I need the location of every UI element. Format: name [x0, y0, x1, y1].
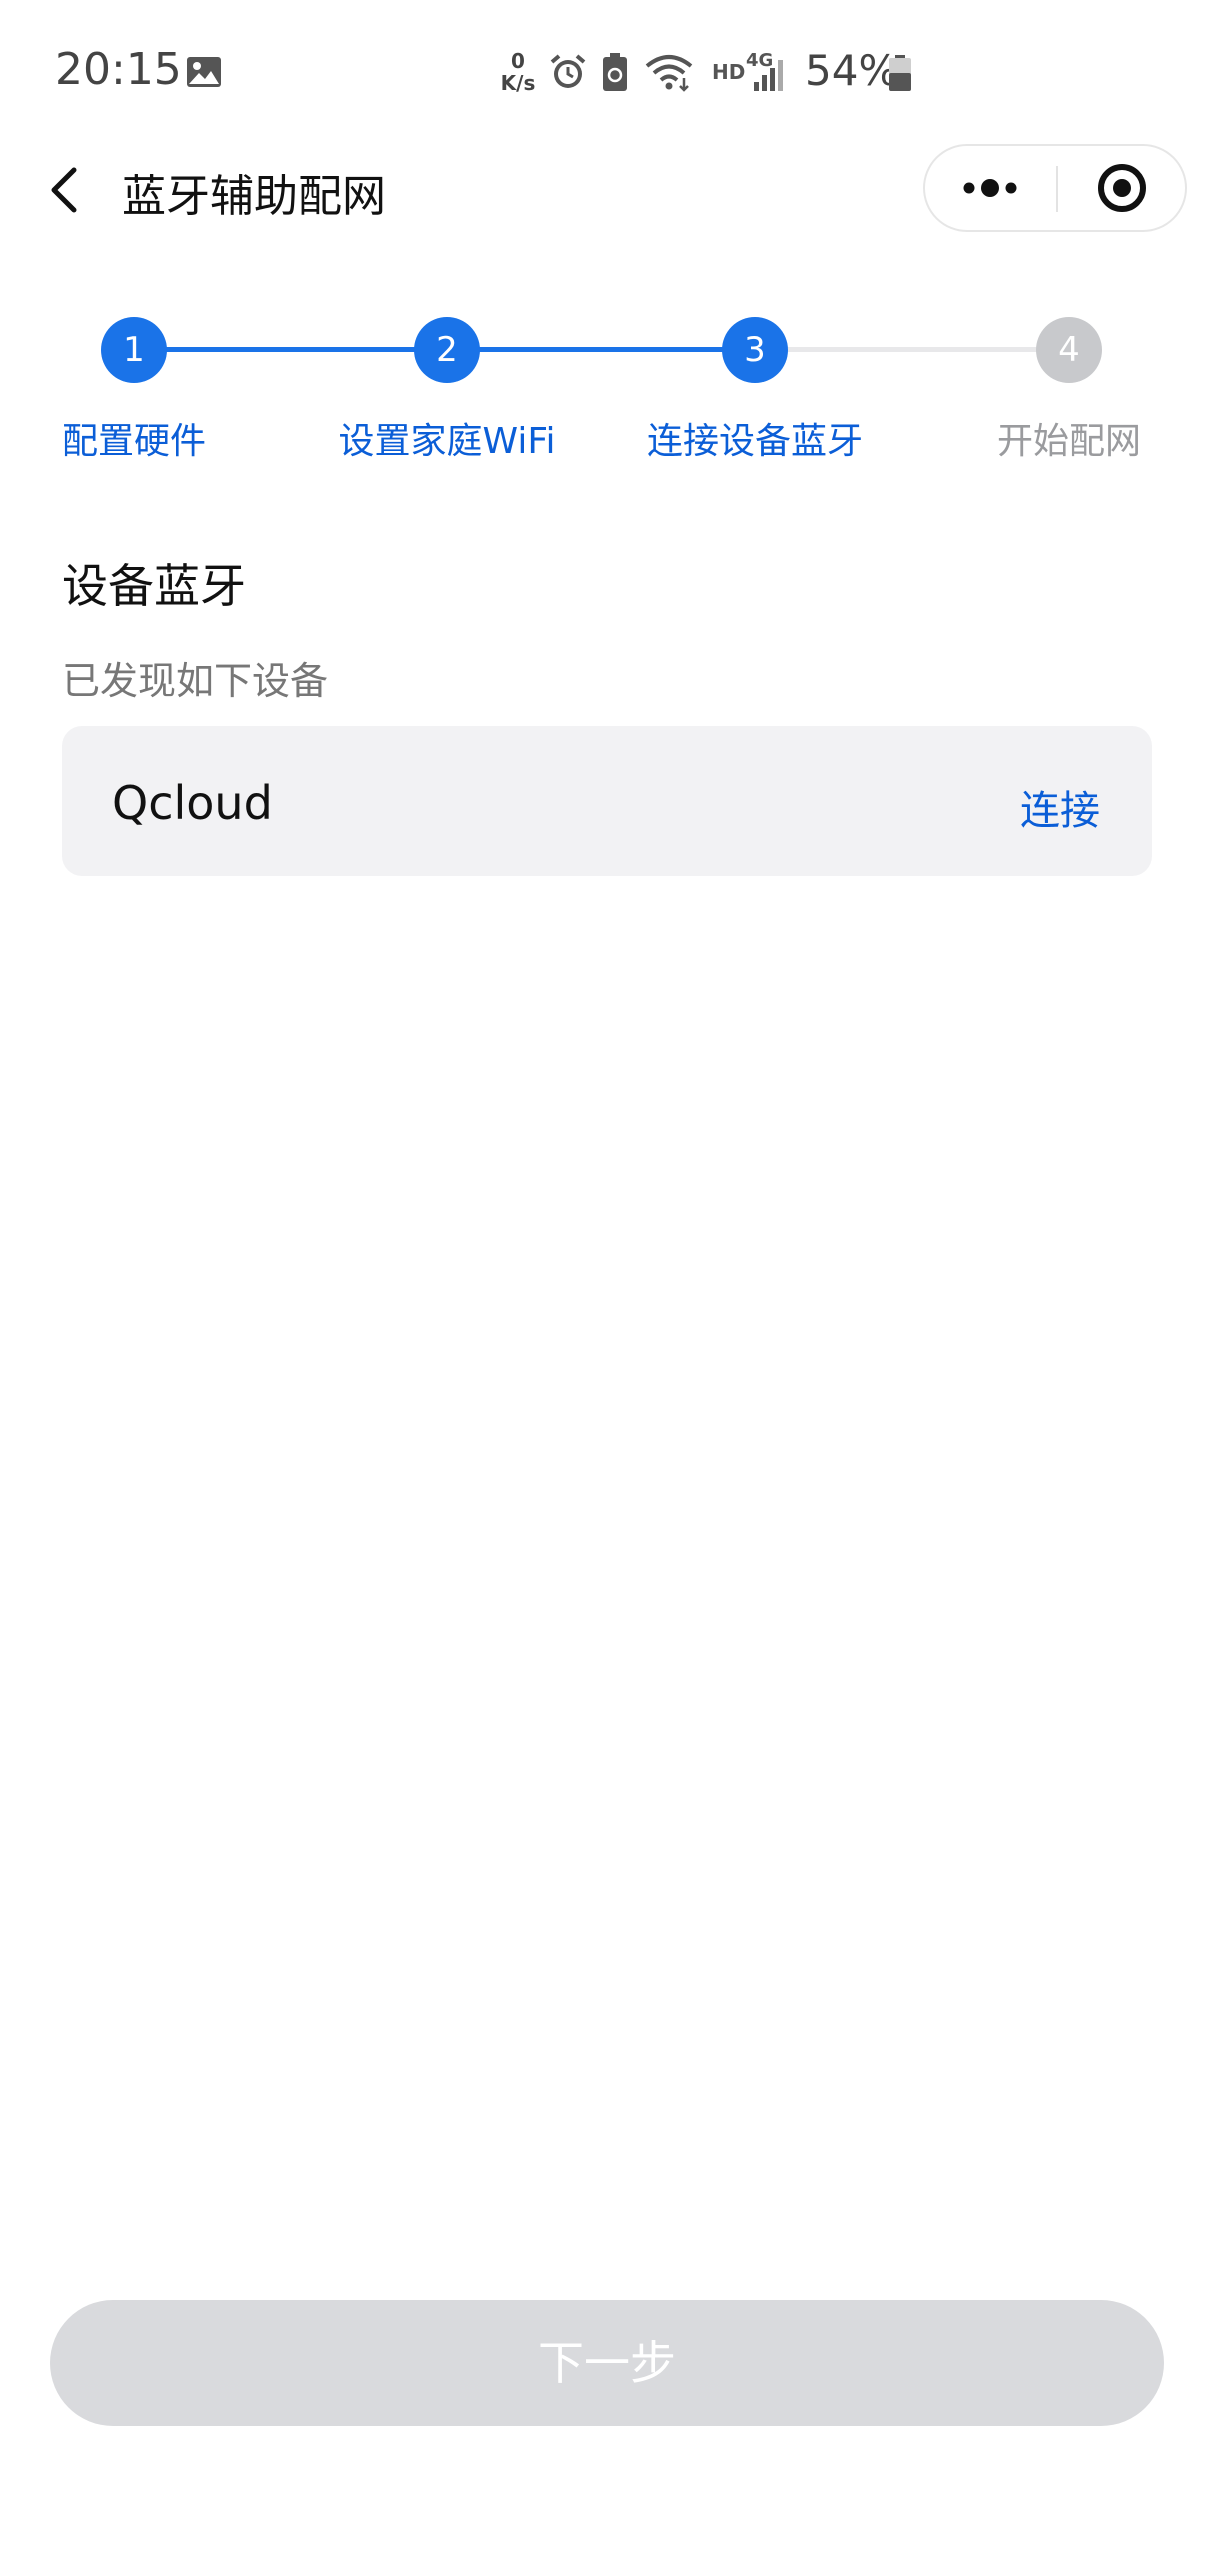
net-speed-indicator: 0 K/s	[496, 50, 540, 94]
step-connector-3	[755, 347, 1069, 352]
battery-percent: 54%	[805, 46, 899, 95]
network-hd-label: HD	[712, 60, 746, 84]
signal-icon	[754, 60, 783, 91]
device-list-item: Qcloud 连接	[62, 726, 1152, 876]
back-button[interactable]	[36, 158, 100, 222]
battery-saver-icon	[603, 53, 627, 91]
more-button[interactable]	[925, 146, 1056, 230]
step-1-label: 配置硬件	[61, 421, 206, 462]
status-time: 20:15	[55, 44, 182, 95]
target-close-icon	[1098, 164, 1146, 212]
step-1-circle: 1	[101, 317, 167, 383]
image-icon	[187, 57, 221, 87]
status-bar: 20:15 0 K/s HD 4G 54%	[0, 0, 1213, 140]
next-step-button[interactable]: 下一步	[50, 2300, 1164, 2426]
step-4-label: 开始配网	[996, 421, 1141, 462]
step-2-label: 设置家庭WiFi	[338, 421, 556, 462]
step-4-circle: 4	[1036, 317, 1102, 383]
navigation-bar: 蓝牙辅助配网	[0, 140, 1213, 240]
section-title: 设备蓝牙	[62, 559, 246, 613]
step-2-circle: 2	[414, 317, 480, 383]
mini-program-capsule	[923, 144, 1187, 232]
step-connector-1	[134, 347, 447, 352]
device-name: Qcloud	[112, 776, 273, 830]
chevron-left-icon	[51, 167, 77, 213]
battery-icon	[889, 55, 911, 91]
wifi-icon	[645, 55, 693, 92]
net-speed-unit: K/s	[500, 71, 536, 95]
close-miniprogram-button[interactable]	[1058, 146, 1187, 230]
connect-button[interactable]: 连接	[1020, 778, 1100, 836]
progress-stepper: 1 2 3 4 配置硬件 设置家庭WiFi 连接设备蓝牙 开始配网	[0, 300, 1213, 470]
alarm-icon	[550, 54, 586, 88]
page-title: 蓝牙辅助配网	[122, 171, 386, 222]
net-speed-value: 0	[511, 49, 525, 73]
step-connector-2	[447, 347, 755, 352]
step-3-label: 连接设备蓝牙	[646, 421, 863, 462]
more-dots-icon	[963, 179, 1017, 197]
section-subtitle: 已发现如下设备	[62, 659, 329, 703]
step-3-circle: 3	[722, 317, 788, 383]
